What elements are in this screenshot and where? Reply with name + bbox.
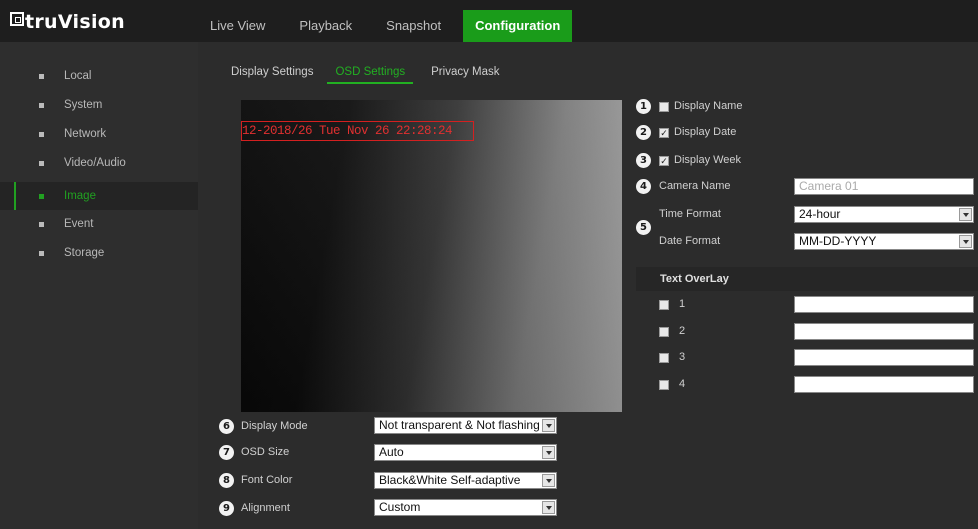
sidebar-item-label: Image [64, 190, 96, 202]
square-bullet-icon [39, 250, 44, 256]
sidebar-item-storage[interactable]: Storage [0, 239, 198, 267]
main-panel: Display Settings OSD Settings Privacy Ma… [198, 42, 978, 529]
camera-name-input[interactable]: Camera 01 [794, 178, 974, 195]
osd-size-select[interactable]: Auto [374, 444, 557, 461]
sidebar-item-label: Network [64, 128, 107, 140]
text-overlay-checkbox-4[interactable] [659, 380, 669, 390]
font-color-select[interactable]: Black&White Self-adaptive [374, 472, 557, 489]
callout-badge: 6 [219, 419, 234, 434]
alignment-label: Alignment [241, 502, 290, 514]
chevron-down-icon[interactable] [542, 501, 555, 514]
callout-badge: 9 [219, 501, 234, 516]
square-bullet-icon [39, 131, 44, 137]
square-bullet-icon [39, 102, 44, 108]
sidebar-item-event[interactable]: Event [0, 210, 198, 238]
chevron-down-icon[interactable] [542, 446, 555, 459]
nav-configuration[interactable]: Configuration [463, 10, 573, 42]
sidebar-item-label: Storage [64, 247, 105, 259]
sidebar-item-system[interactable]: System [0, 91, 198, 119]
text-overlay-label-3: 3 [679, 351, 686, 363]
nav-snapshot[interactable]: Snapshot [374, 10, 453, 42]
display-mode-label: Display Mode [241, 420, 308, 432]
osd-size-value: Auto [379, 445, 404, 459]
sidebar-item-label: Local [64, 70, 92, 82]
time-format-select[interactable]: 24-hour [794, 206, 974, 223]
time-format-value: 24-hour [799, 207, 841, 221]
chevron-down-icon[interactable] [542, 419, 555, 432]
camera-name-label: Camera Name [659, 180, 731, 192]
tab-privacy-mask[interactable]: Privacy Mask [431, 66, 499, 84]
sidebar-item-local[interactable]: Local [0, 62, 198, 90]
alignment-value: Custom [379, 500, 421, 514]
chevron-down-icon[interactable] [959, 208, 972, 221]
text-overlay-label-4: 4 [679, 378, 686, 390]
sidebar: Local System Network Video/Audio Image E… [0, 42, 198, 529]
sidebar-item-label: Video/Audio [64, 157, 126, 169]
nav-live-view[interactable]: Live View [198, 10, 277, 42]
text-overlay-label-1: 1 [679, 298, 686, 310]
text-overlay-checkbox-2[interactable] [659, 327, 669, 337]
callout-badge: 5 [636, 220, 651, 235]
square-bullet-icon [39, 73, 44, 79]
sidebar-item-label: System [64, 99, 103, 111]
text-overlay-header: Text OverLay [636, 267, 978, 291]
camera-preview[interactable]: 12-2018/26 Tue Nov 26 22:28:24 [241, 100, 622, 412]
text-overlay-input-2[interactable] [794, 323, 974, 340]
time-format-label: Time Format [659, 208, 721, 220]
callout-badge: 3 [636, 153, 651, 168]
logo-mark-icon [10, 12, 24, 26]
top-bar: truVision Live View Playback Snapshot Co… [0, 0, 978, 42]
square-bullet-icon [39, 160, 44, 166]
sub-tabs: Display Settings OSD Settings Privacy Ma… [231, 66, 518, 84]
display-mode-select[interactable]: Not transparent & Not flashing [374, 417, 557, 434]
main-nav: Live View Playback Snapshot Configuratio… [198, 10, 582, 42]
display-date-label: Display Date [674, 126, 737, 138]
chevron-down-icon[interactable] [959, 235, 972, 248]
text-overlay-checkbox-3[interactable] [659, 353, 669, 363]
osd-overlay-text: 12-2018/26 Tue Nov 26 22:28:24 [242, 124, 453, 138]
sidebar-item-network[interactable]: Network [0, 120, 198, 148]
display-mode-value: Not transparent & Not flashing [379, 418, 540, 432]
date-format-label: Date Format [659, 235, 721, 247]
sidebar-item-image[interactable]: Image [0, 182, 198, 210]
display-week-checkbox[interactable]: ✓ [659, 156, 669, 166]
callout-badge: 4 [636, 179, 651, 194]
display-week-label: Display Week [674, 154, 742, 166]
chevron-down-icon[interactable] [542, 474, 555, 487]
display-name-checkbox[interactable] [659, 102, 669, 112]
tab-osd-settings[interactable]: OSD Settings [327, 66, 414, 84]
text-overlay-input-4[interactable] [794, 376, 974, 393]
truvision-logo: truVision [10, 11, 125, 33]
date-format-select[interactable]: MM-DD-YYYY [794, 233, 974, 250]
sidebar-item-video-audio[interactable]: Video/Audio [0, 149, 198, 177]
display-date-checkbox[interactable]: ✓ [659, 128, 669, 138]
callout-badge: 2 [636, 125, 651, 140]
square-bullet-icon [39, 193, 44, 199]
text-overlay-input-3[interactable] [794, 349, 974, 366]
square-bullet-icon [39, 221, 44, 227]
osd-size-label: OSD Size [241, 446, 290, 458]
nav-playback[interactable]: Playback [287, 10, 364, 42]
text-overlay-checkbox-1[interactable] [659, 300, 669, 310]
callout-badge: 8 [219, 473, 234, 488]
font-color-label: Font Color [241, 474, 293, 486]
text-overlay-input-1[interactable] [794, 296, 974, 313]
sidebar-item-label: Event [64, 218, 94, 230]
text-overlay-label-2: 2 [679, 325, 686, 337]
date-format-value: MM-DD-YYYY [799, 234, 877, 248]
callout-badge: 1 [636, 99, 651, 114]
callout-badge: 7 [219, 445, 234, 460]
logo-text: truVision [25, 11, 125, 33]
font-color-value: Black&White Self-adaptive [379, 473, 521, 487]
tab-display-settings[interactable]: Display Settings [231, 66, 313, 84]
display-name-label: Display Name [674, 100, 743, 112]
alignment-select[interactable]: Custom [374, 499, 557, 516]
osd-overlay-box[interactable]: 12-2018/26 Tue Nov 26 22:28:24 [241, 121, 474, 141]
